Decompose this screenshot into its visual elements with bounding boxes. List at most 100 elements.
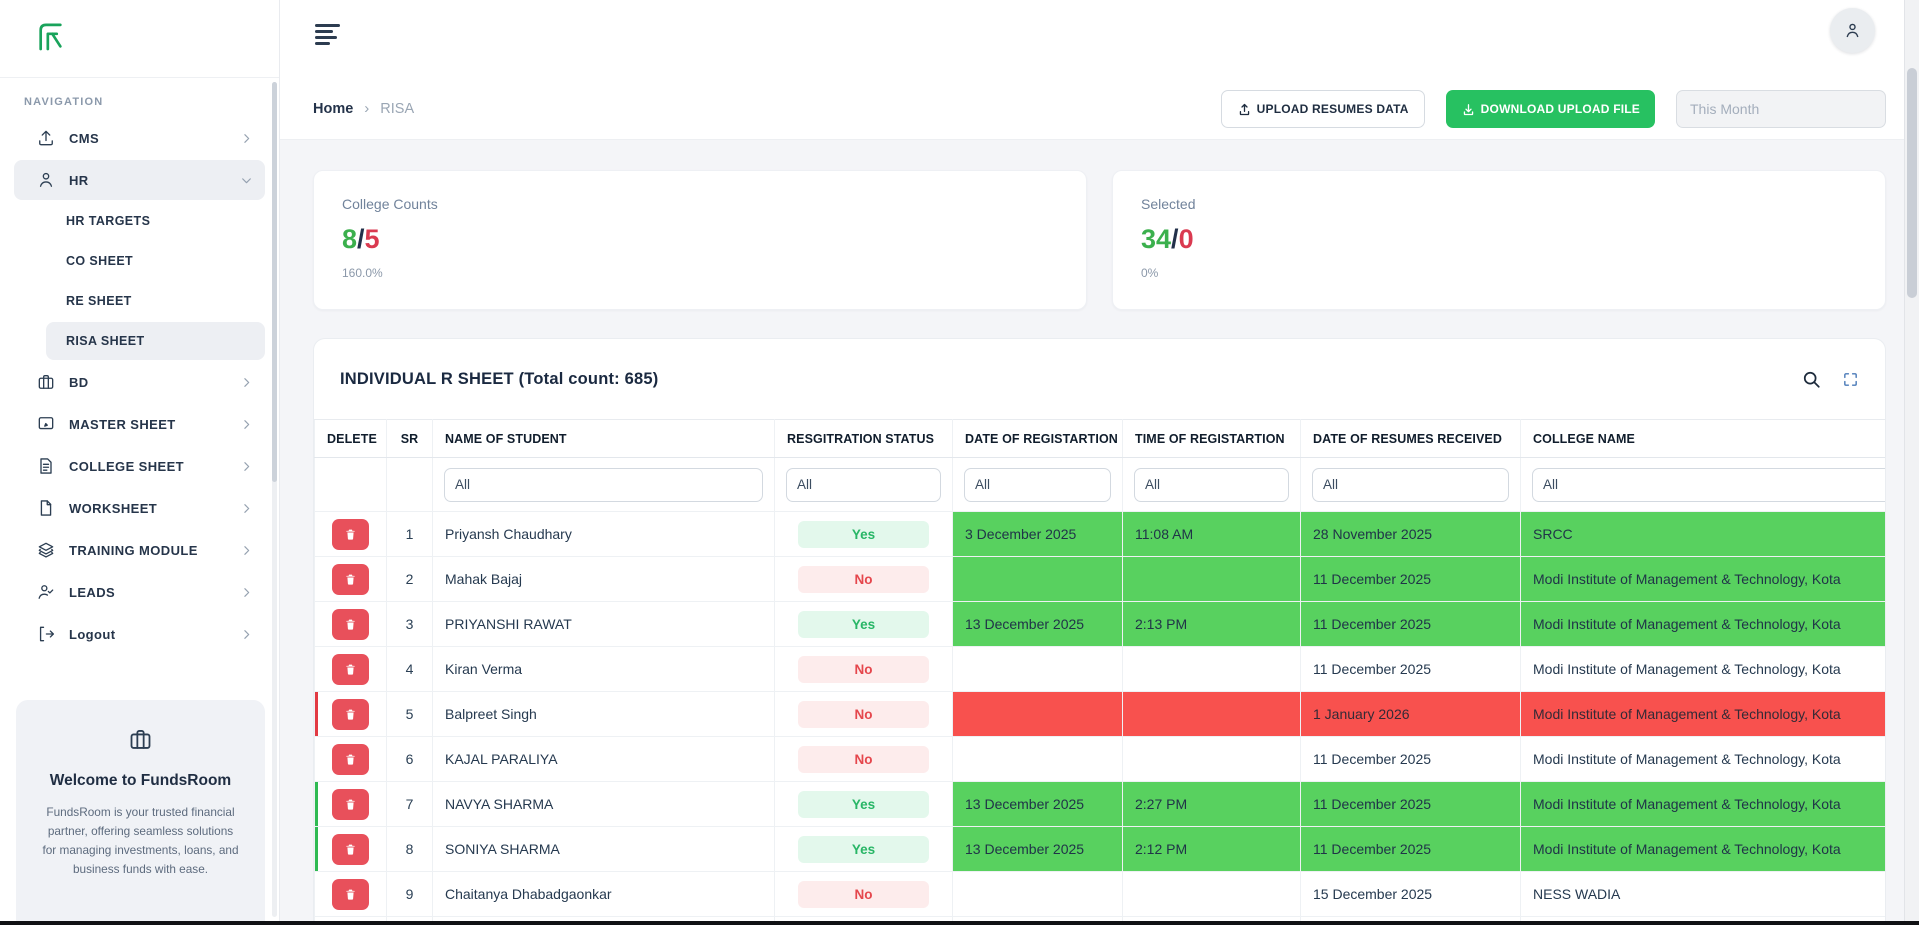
column-header-college-name: COLLEGE NAME <box>1521 420 1886 458</box>
sidebar-item-hr-targets[interactable]: HR TARGETS <box>46 202 265 240</box>
briefcase-icon <box>127 726 154 753</box>
sidebar-item-master-sheet[interactable]: MASTER SHEET <box>14 404 265 444</box>
card-value: 34/0 <box>1141 224 1857 255</box>
student-name-cell: NAVYA SHARMA <box>433 782 775 827</box>
registration-time-cell <box>1123 692 1301 737</box>
table-row: 7NAVYA SHARMAYes13 December 20252:27 PM1… <box>315 782 1886 827</box>
card-title: Selected <box>1141 196 1857 212</box>
card-value-divider: / <box>1171 224 1179 254</box>
registration-date-cell: 3 December 2025 <box>953 512 1123 557</box>
sidebar-item-bd[interactable]: BD <box>14 362 265 402</box>
upload-resumes-button[interactable]: UPLOAD RESUMES DATA <box>1221 90 1425 128</box>
user-avatar-button[interactable] <box>1830 8 1875 53</box>
college-name-cell: Modi Institute of Management & Technolog… <box>1521 782 1886 827</box>
status-cell: Yes <box>775 602 953 647</box>
column-header-name-of-student: NAME OF STUDENT <box>433 420 775 458</box>
user-icon <box>36 170 56 190</box>
delete-cell <box>315 872 387 917</box>
search-icon[interactable] <box>1801 369 1822 390</box>
delete-button[interactable] <box>332 789 369 820</box>
chevron-right-icon <box>240 586 253 599</box>
sidebar-scrollbar[interactable] <box>272 82 277 917</box>
sidebar-item-risa-sheet[interactable]: RISA SHEET <box>46 322 265 360</box>
upload-icon <box>36 128 56 148</box>
page-scrollbar-thumb[interactable] <box>1907 68 1917 298</box>
sidebar-item-label: RISA SHEET <box>66 334 145 348</box>
download-upload-file-button[interactable]: DOWNLOAD UPLOAD FILE <box>1446 90 1655 128</box>
month-filter-input[interactable] <box>1676 90 1886 128</box>
resumes-date-cell: 11 December 2025 <box>1301 737 1521 782</box>
sidebar-item-training-module[interactable]: TRAINING MODULE <box>14 530 265 570</box>
status-badge: No <box>798 566 929 593</box>
header-actions: UPLOAD RESUMES DATA DOWNLOAD UPLOAD FILE <box>1221 90 1886 128</box>
resumes-date-cell: 15 December 2025 <box>1301 872 1521 917</box>
sr-cell: 7 <box>387 782 433 827</box>
table-row: 3PRIYANSHI RAWATYes13 December 20252:13 … <box>315 602 1886 647</box>
status-badge: No <box>798 656 929 683</box>
delete-cell <box>315 692 387 737</box>
college-name-cell: Modi Institute of Management & Technolog… <box>1521 557 1886 602</box>
status-cell: Yes <box>775 512 953 557</box>
content-area: College Counts 8/5 160.0% Selected 34/0 … <box>280 140 1919 925</box>
registration-date-cell <box>953 692 1123 737</box>
filter-input-name-of-student[interactable] <box>444 468 763 502</box>
registration-date-cell <box>953 557 1123 602</box>
status-cell: No <box>775 557 953 602</box>
sidebar-scrollbar-thumb[interactable] <box>272 82 277 482</box>
filter-input-date-of-registartion[interactable] <box>964 468 1111 502</box>
sidebar-item-label: COLLEGE SHEET <box>69 459 184 474</box>
stat-card-college-counts: College Counts 8/5 160.0% <box>313 170 1087 310</box>
sidebar-item-label: HR TARGETS <box>66 214 150 228</box>
student-name-cell: SONIYA SHARMA <box>433 827 775 872</box>
registration-time-cell <box>1123 737 1301 782</box>
page-scrollbar[interactable] <box>1904 0 1919 925</box>
breadcrumb-home[interactable]: Home <box>313 101 353 117</box>
delete-button[interactable] <box>332 699 369 730</box>
sidebar-item-leads[interactable]: LEADS <box>14 572 265 612</box>
card-percent: 160.0% <box>342 266 1058 280</box>
sidebar-item-hr[interactable]: HR <box>14 160 265 200</box>
table-row: 4Kiran VermaNo11 December 2025Modi Insti… <box>315 647 1886 692</box>
card-percent: 0% <box>1141 266 1857 280</box>
sidebar-item-college-sheet[interactable]: COLLEGE SHEET <box>14 446 265 486</box>
fullscreen-icon[interactable] <box>1842 371 1859 388</box>
sidebar-item-re-sheet[interactable]: RE SHEET <box>46 282 265 320</box>
delete-button[interactable] <box>332 519 369 550</box>
trash-icon <box>344 528 357 541</box>
download-upload-file-label: DOWNLOAD UPLOAD FILE <box>1481 102 1640 116</box>
menu-toggle-button[interactable] <box>313 22 342 47</box>
chevron-right-icon <box>240 132 253 145</box>
sidebar-item-logout[interactable]: Logout <box>14 614 265 654</box>
sidebar-item-cms[interactable]: CMS <box>14 118 265 158</box>
delete-button[interactable] <box>332 834 369 865</box>
filter-input-resgitration-status[interactable] <box>786 468 941 502</box>
registration-time-cell <box>1123 557 1301 602</box>
delete-button[interactable] <box>332 564 369 595</box>
status-cell: Yes <box>775 827 953 872</box>
main-area: Home › RISA UPLOAD RESUMES DATA DOWNLOAD… <box>280 0 1919 925</box>
registration-date-cell <box>953 647 1123 692</box>
card-value: 8/5 <box>342 224 1058 255</box>
sidebar-item-label: CMS <box>69 131 99 146</box>
filter-input-date-of-resumes-received[interactable] <box>1312 468 1509 502</box>
sidebar-item-worksheet[interactable]: WORKSHEET <box>14 488 265 528</box>
sidebar-item-label: MASTER SHEET <box>69 417 176 432</box>
fundsroom-logo-icon <box>38 22 63 56</box>
card-value-primary: 34 <box>1141 224 1171 254</box>
top-header: Home › RISA UPLOAD RESUMES DATA DOWNLOAD… <box>280 0 1919 140</box>
chevron-right-icon <box>240 418 253 431</box>
filter-input-time-of-registartion[interactable] <box>1134 468 1289 502</box>
delete-button[interactable] <box>332 654 369 685</box>
stat-cards: College Counts 8/5 160.0% Selected 34/0 … <box>313 170 1886 310</box>
sr-cell: 4 <box>387 647 433 692</box>
document-icon <box>36 456 56 476</box>
filter-input-college-name[interactable] <box>1532 468 1885 502</box>
sr-cell: 6 <box>387 737 433 782</box>
delete-button[interactable] <box>332 744 369 775</box>
logo-area <box>0 0 279 78</box>
delete-button[interactable] <box>332 879 369 910</box>
trash-icon <box>344 798 357 811</box>
sidebar-item-co-sheet[interactable]: CO SHEET <box>46 242 265 280</box>
table-row: 8SONIYA SHARMAYes13 December 20252:12 PM… <box>315 827 1886 872</box>
delete-button[interactable] <box>332 609 369 640</box>
